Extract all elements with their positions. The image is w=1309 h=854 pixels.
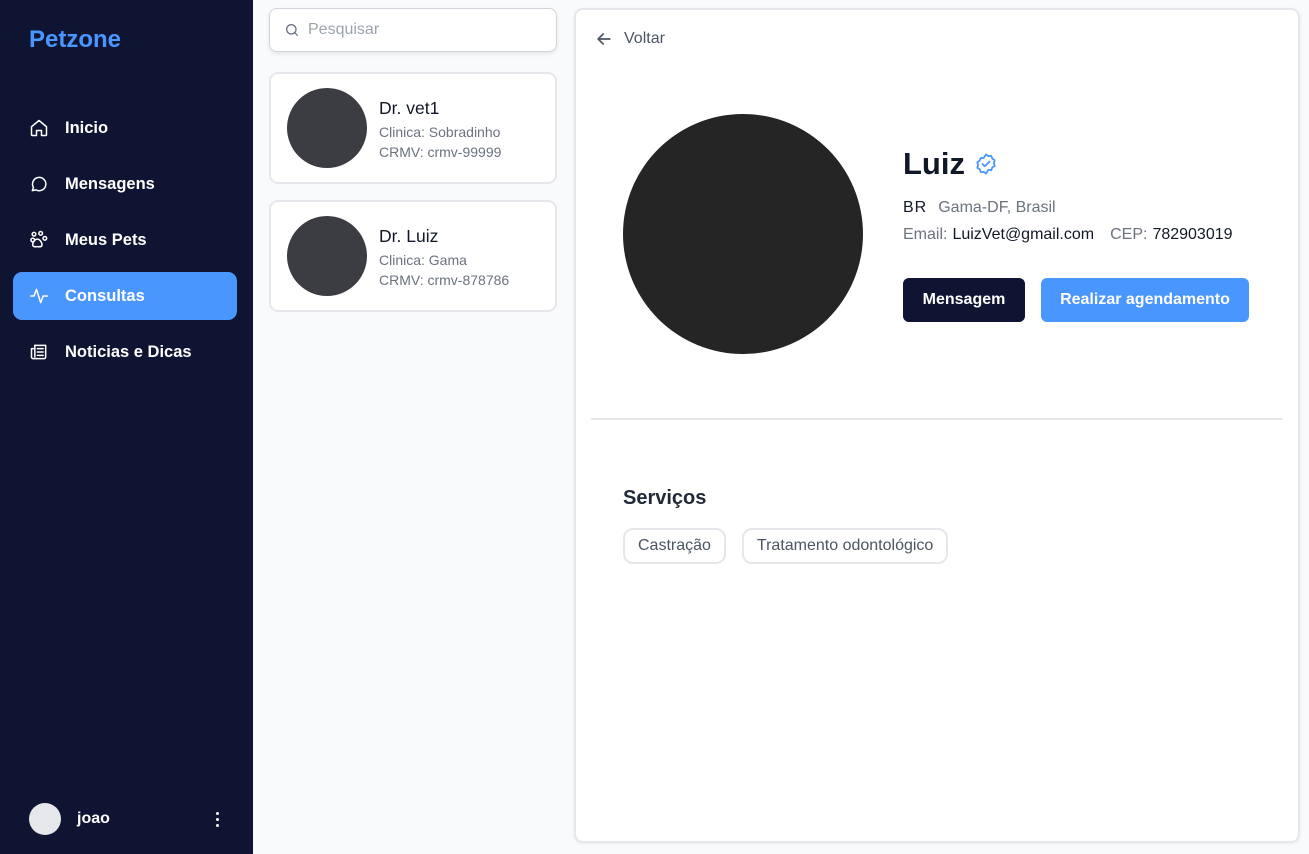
sidebar-item-label: Inicio <box>65 118 109 137</box>
brand-logo[interactable]: Petzone <box>29 26 121 54</box>
service-chip[interactable]: Tratamento odontológico <box>741 528 949 564</box>
user-profile[interactable]: joao <box>29 803 225 835</box>
sidebar-item-label: Mensagens <box>65 174 155 193</box>
back-button[interactable]: Voltar <box>594 29 665 49</box>
services-list: Castração Tratamento odontológico <box>623 528 949 564</box>
paw-icon <box>29 230 49 250</box>
home-icon <box>29 118 49 138</box>
activity-icon <box>29 286 49 306</box>
message-button[interactable]: Mensagem <box>903 278 1025 322</box>
vet-clinic: Clinica: Sobradinho <box>379 124 501 140</box>
country-code: BR <box>903 199 928 216</box>
vet-crmv: CRMV: crmv-878786 <box>379 272 510 288</box>
vet-name: Dr. vet1 <box>379 98 440 118</box>
email-value: LuizVet@gmail.com <box>952 226 1095 243</box>
vet-card[interactable]: Dr. vet1 Clinica: Sobradinho CRMV: crmv-… <box>269 72 557 184</box>
more-vertical-icon[interactable] <box>209 809 225 829</box>
vet-avatar <box>287 88 367 168</box>
sidebar-item-label: Consultas <box>65 286 145 305</box>
sidebar-item-label: Meus Pets <box>65 230 147 249</box>
arrow-left-icon <box>597 33 611 45</box>
sidebar-item-consultas[interactable]: Consultas <box>13 272 237 320</box>
vet-detail-panel: Voltar Luiz BR Gama-DF, Brasil Email: Lu… <box>574 8 1300 843</box>
divider <box>591 418 1283 420</box>
newspaper-icon <box>29 342 49 362</box>
search-box <box>269 8 557 52</box>
vet-avatar <box>287 216 367 296</box>
schedule-button[interactable]: Realizar agendamento <box>1041 278 1249 322</box>
cep-label: CEP: <box>1110 226 1148 243</box>
service-chip[interactable]: Castração <box>623 528 726 564</box>
cep-value: 782903019 <box>1152 226 1233 243</box>
vet-card[interactable]: Dr. Luiz Clinica: Gama CRMV: crmv-878786 <box>269 200 557 312</box>
verified-badge-icon <box>974 152 998 176</box>
profile-name: Luiz <box>903 146 965 181</box>
search-icon <box>286 24 298 36</box>
sidebar-item-inicio[interactable]: Inicio <box>13 104 237 152</box>
profile-name-row: Luiz <box>903 146 998 182</box>
sidebar-nav: Inicio Mensagens Meus Pets Consultas Not… <box>13 104 237 384</box>
contact-row: Email: LuizVet@gmail.com CEP: 782903019 <box>903 226 1233 244</box>
location-row: BR Gama-DF, Brasil <box>903 196 1056 217</box>
sidebar: Petzone Inicio Mensagens Meus Pets Consu… <box>0 0 253 854</box>
location-text: Gama-DF, Brasil <box>938 199 1056 216</box>
user-name: joao <box>77 810 110 827</box>
vet-name: Dr. Luiz <box>379 226 439 246</box>
sidebar-item-label: Noticias e Dicas <box>65 342 192 361</box>
vet-crmv: CRMV: crmv-99999 <box>379 144 502 160</box>
avatar[interactable] <box>29 803 61 835</box>
vet-clinic: Clinica: Gama <box>379 252 467 268</box>
sidebar-item-noticias[interactable]: Noticias e Dicas <box>13 328 237 376</box>
back-label: Voltar <box>624 30 665 47</box>
message-icon <box>29 174 49 194</box>
services-title: Serviços <box>623 487 707 509</box>
search-input[interactable] <box>308 21 538 39</box>
email-label: Email: <box>903 226 948 243</box>
profile-avatar <box>623 114 863 354</box>
sidebar-item-meus-pets[interactable]: Meus Pets <box>13 216 237 264</box>
sidebar-item-mensagens[interactable]: Mensagens <box>13 160 237 208</box>
